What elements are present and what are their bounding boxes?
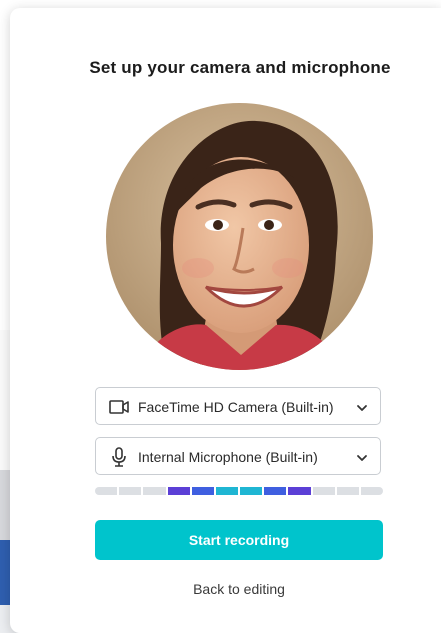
microphone-icon [108,447,130,467]
audio-level-segment [312,487,335,495]
audio-level-segment [191,487,214,495]
camera-setup-dialog: Set up your camera and microphone FaceTi… [10,8,441,633]
audio-level-segment [119,487,142,495]
audio-level-segment [360,487,384,495]
audio-level-segment [336,487,359,495]
audio-level-segment [167,487,190,495]
start-recording-button[interactable]: Start recording [95,520,383,560]
microphone-select[interactable]: Internal Microphone (Built-in) [95,437,381,475]
back-to-editing-link[interactable]: Back to editing [95,581,383,597]
video-camera-icon [108,397,130,417]
chevron-down-icon [356,401,368,413]
camera-preview [106,103,373,370]
audio-level-segment [240,487,263,495]
camera-select-value: FaceTime HD Camera (Built-in) [138,399,334,415]
audio-level-meter [95,487,384,495]
audio-level-segment [215,487,239,495]
camera-select[interactable]: FaceTime HD Camera (Built-in) [95,387,381,425]
audio-level-segment [264,487,287,495]
audio-level-segment [95,487,118,495]
dialog-title: Set up your camera and microphone [89,58,391,77]
audio-level-segment [143,487,166,495]
audio-level-segment [288,487,311,495]
webcam-face-image [106,103,373,370]
chevron-down-icon [356,451,368,463]
microphone-select-value: Internal Microphone (Built-in) [138,449,318,465]
